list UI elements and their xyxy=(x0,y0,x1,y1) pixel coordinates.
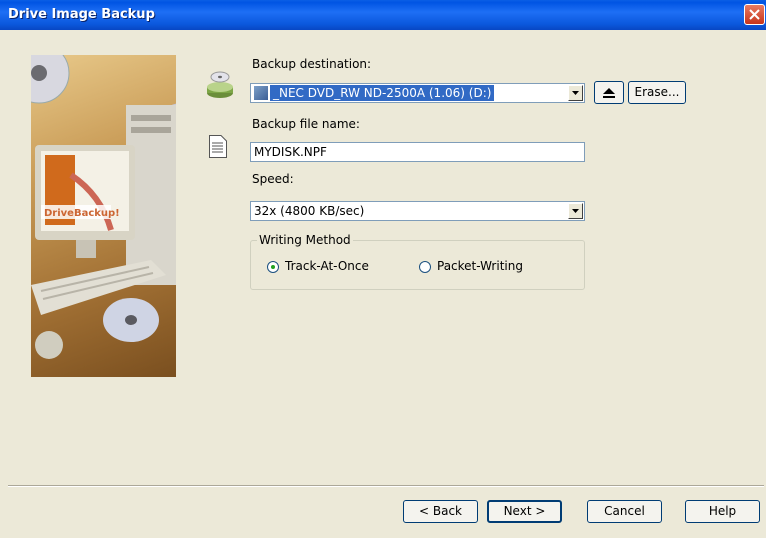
back-button[interactable]: < Back xyxy=(403,500,478,523)
brand-logo: DriveBackup! xyxy=(44,208,120,219)
track-at-once-label[interactable]: Track-At-Once xyxy=(285,259,369,273)
close-button[interactable] xyxy=(744,4,765,25)
footer-separator xyxy=(8,485,764,487)
speed-selected-value: 32x (4800 KB/sec) xyxy=(254,204,365,218)
speed-dropdown-arrow[interactable] xyxy=(568,203,583,219)
erase-button[interactable]: Erase... xyxy=(628,81,686,104)
chevron-down-icon xyxy=(572,91,579,95)
window-title: Drive Image Backup xyxy=(8,7,155,22)
destination-select[interactable]: _NEC DVD_RW ND-2500A (1.06) (D:) xyxy=(250,83,585,103)
filename-value: MYDISK.NPF xyxy=(254,145,327,159)
drive-icon xyxy=(207,71,233,98)
document-icon xyxy=(209,135,227,158)
dialog-body: DriveBackup! Backup destination: _NEC DV… xyxy=(0,30,766,538)
speed-select[interactable]: 32x (4800 KB/sec) xyxy=(250,201,585,221)
cancel-button[interactable]: Cancel xyxy=(587,500,662,523)
speed-label: Speed: xyxy=(252,172,294,186)
filename-label: Backup file name: xyxy=(252,117,360,131)
title-bar: Drive Image Backup xyxy=(0,0,766,30)
close-icon xyxy=(749,9,760,20)
destination-label: Backup destination: xyxy=(252,57,372,71)
destination-dropdown-arrow[interactable] xyxy=(568,85,583,101)
chevron-down-icon xyxy=(572,209,579,213)
next-button[interactable]: Next > xyxy=(487,500,562,523)
writing-method-legend: Writing Method xyxy=(257,233,353,247)
side-artwork: DriveBackup! xyxy=(31,55,176,377)
computer-illustration: DriveBackup! xyxy=(31,55,176,359)
eject-button[interactable] xyxy=(594,81,624,104)
radio-track-at-once[interactable] xyxy=(267,261,279,273)
destination-selected-value: _NEC DVD_RW ND-2500A (1.06) (D:) xyxy=(270,85,495,101)
eject-icon xyxy=(603,88,615,98)
help-button[interactable]: Help xyxy=(685,500,760,523)
drive-small-icon xyxy=(254,86,268,100)
writing-method-group: Writing Method Track-At-Once Packet-Writ… xyxy=(250,233,585,290)
packet-writing-label[interactable]: Packet-Writing xyxy=(437,259,523,273)
radio-packet-writing[interactable] xyxy=(419,261,431,273)
filename-input[interactable]: MYDISK.NPF xyxy=(250,142,585,162)
